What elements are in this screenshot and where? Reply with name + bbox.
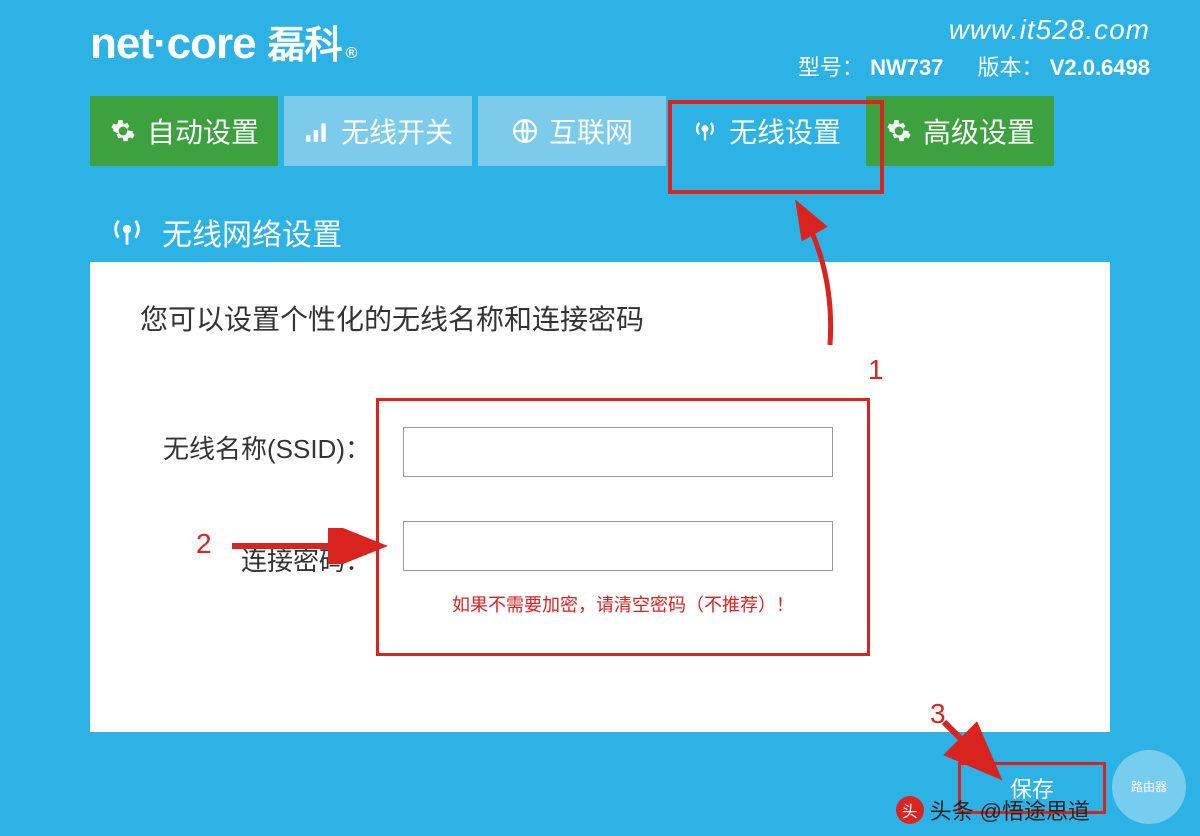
footer-prefix: 头条 [930,794,974,826]
brand-logo: net·core 磊科 ® [90,14,356,69]
panel-header: 无线网络设置 [90,202,1110,262]
footer-handle: @悟途思道 [980,794,1090,826]
model-value: NW737 [870,55,943,80]
version-label: 版本： [978,55,1044,80]
antenna-icon [110,215,144,249]
annotation-arrow-2 [228,528,388,564]
tab-label: 无线开关 [341,111,453,151]
panel-intro: 您可以设置个性化的无线名称和连接密码 [140,298,1060,338]
annotation-arrow-1 [780,200,860,350]
tab-label: 互联网 [549,111,633,151]
site-url: www.it528.com [770,14,1150,46]
version-value: V2.0.6498 [1050,55,1150,80]
toutiao-badge-icon: 头 [896,796,924,824]
form-highlight-box: 无线名称(SSID)： 连接密码： 如果不需要加密，请清空密码（不推荐）！ [376,398,870,656]
tab-label: 高级设置 [923,111,1035,151]
annotation-arrow-3 [938,716,1008,786]
panel-title: 无线网络设置 [162,210,342,254]
gear-icon [109,117,137,145]
tab-label: 自动设置 [147,111,259,151]
brand-cn: 磊科 [268,14,342,69]
watermark-badge: 路由器 [1112,750,1186,824]
password-hint: 如果不需要加密，请清空密码（不推荐）！ [403,591,843,617]
main-nav: 自动设置 无线开关 互联网 无线设置 高级设置 [0,96,1200,166]
watermark-text: 路由器 [1131,780,1167,794]
password-input[interactable] [403,521,833,571]
tab-wireless-settings[interactable]: 无线设置 [672,96,860,166]
tab-label: 无线设置 [729,111,841,151]
device-meta: 型号： NW737 版本： V2.0.6498 [770,50,1150,82]
tab-internet[interactable]: 互联网 [478,96,666,166]
brand-en: net·core [90,19,256,69]
footer-credit: 头 头条 @悟途思道 [896,794,1090,826]
annotation-number-1: 1 [868,354,884,386]
annotation-number-2: 2 [196,528,212,560]
brand-reg: ® [346,45,357,63]
tab-advanced-settings[interactable]: 高级设置 [866,96,1054,166]
ssid-input[interactable] [403,427,833,477]
signal-bars-icon [303,117,331,145]
model-label: 型号： [798,55,864,80]
ssid-label: 无线名称(SSID)： [143,429,371,466]
globe-icon [511,117,539,145]
settings-panel: 无线网络设置 您可以设置个性化的无线名称和连接密码 无线名称(SSID)： 连接… [90,202,1110,732]
tab-auto-settings[interactable]: 自动设置 [90,96,278,166]
tab-wireless-switch[interactable]: 无线开关 [284,96,472,166]
gear-icon [885,117,913,145]
antenna-icon [691,117,719,145]
